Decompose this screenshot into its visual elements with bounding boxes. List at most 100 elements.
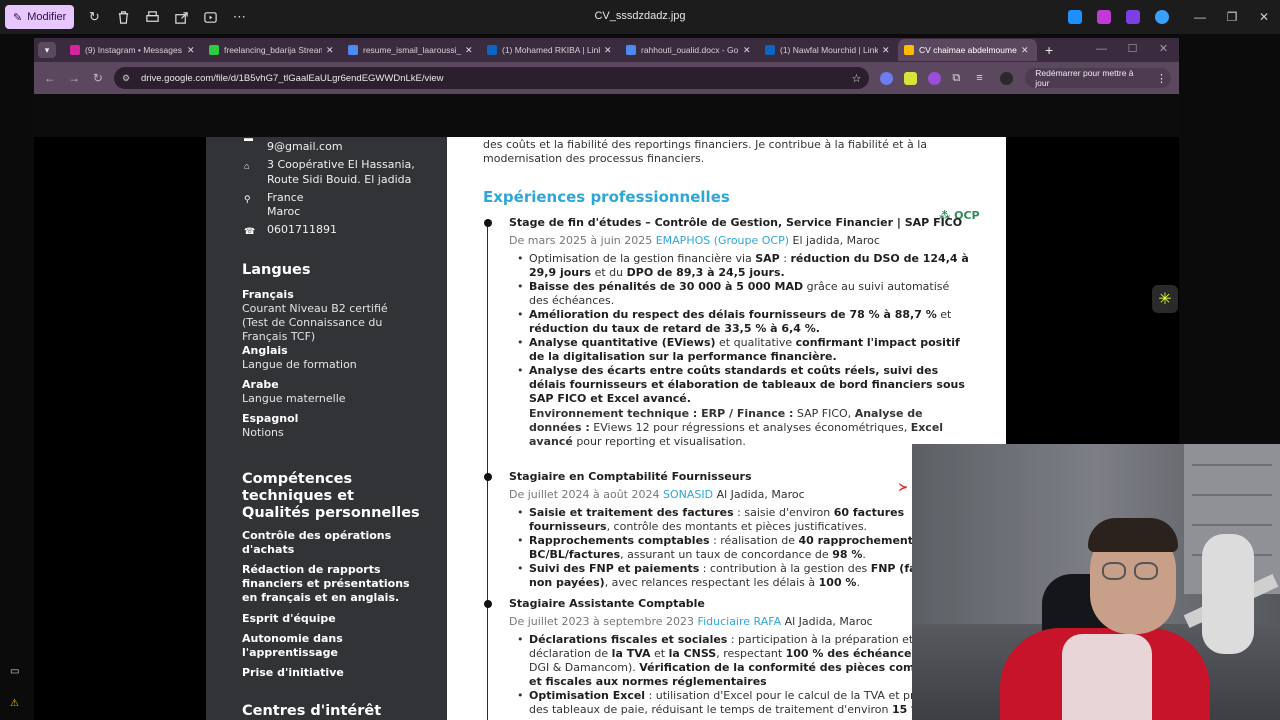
back-icon[interactable]: ←: [42, 71, 58, 85]
job-title: Stagiaire Assistante Comptable: [509, 597, 705, 610]
job-bullets: Saisie et traitement des factures : sais…: [517, 506, 969, 590]
restart-label: Redémarrer pour mettre à jour: [1035, 68, 1134, 88]
modifier-label: Modifier: [27, 11, 67, 23]
home-icon: ⌂: [244, 161, 250, 171]
profile-avatar[interactable]: [1000, 71, 1014, 85]
language-name: Français: [242, 288, 294, 301]
new-tab-icon[interactable]: +: [1045, 42, 1053, 58]
tab-title: (1) Mohamed RKIBA | Link: [502, 45, 600, 55]
webcam-overlay: [912, 444, 1280, 720]
tab-title: (9) Instagram • Messages: [85, 45, 182, 55]
tab-close-icon[interactable]: ✕: [187, 45, 197, 56]
tab-favicon-icon: [904, 45, 914, 55]
url-text: drive.google.com/file/d/1B5vhG7_tlGaalEa…: [140, 72, 444, 84]
tab-close-icon[interactable]: ✕: [604, 45, 614, 56]
tab-close-icon[interactable]: ✕: [326, 45, 336, 56]
restart-update-button[interactable]: Redémarrer pour mettre à jour ⋮: [1025, 68, 1171, 88]
close-icon[interactable]: ✕: [1248, 10, 1280, 24]
tab-title: resume_ismail_laaroussi_e: [363, 45, 461, 55]
tab-close-icon[interactable]: ✕: [882, 45, 892, 56]
interests-title: Centres d'intérêt: [242, 703, 382, 719]
tab-strip: ▾ (9) Instagram • Messages ✕ freelancing_b…: [34, 38, 1179, 62]
address-bar[interactable]: ⚙ drive.google.com/file/d/1B5vhG7_tlGaal…: [113, 67, 870, 89]
job-meta: De juillet 2024 à août 2024 SONASID Al J…: [509, 488, 805, 501]
chrome-close-icon[interactable]: ✕: [1148, 38, 1179, 60]
assistant-float-icon[interactable]: ✳: [1152, 285, 1178, 313]
maximize-icon[interactable]: ❐: [1216, 10, 1248, 24]
job-meta: De juillet 2023 à septembre 2023 Fiducia…: [509, 615, 873, 628]
skill-item: Esprit d'équipe: [242, 612, 336, 625]
country-2: Maroc: [267, 205, 301, 218]
job-bullets: Optimisation de la gestion financière vi…: [517, 252, 969, 406]
onedrive-icon[interactable]: [1155, 10, 1169, 24]
address-text: 3 Coopérative El Hassania, Route Sidi Bo…: [267, 158, 415, 186]
job-title: Stagiaire en Comptabilité Fournisseurs: [509, 470, 752, 483]
viewer-toolbar: ✎ Modifier ↻ ⋯ CV_sssdzdadz.jpg — ❐ ✕: [0, 0, 1280, 34]
forward-icon[interactable]: →: [66, 71, 82, 85]
minimize-icon[interactable]: —: [1184, 10, 1216, 24]
browser-tab[interactable]: resume_ismail_laaroussi_e ✕: [342, 39, 481, 61]
trash-icon[interactable]: [114, 8, 132, 26]
tab-favicon-icon: [487, 45, 497, 55]
sonasid-logo: ≻: [898, 480, 909, 494]
skills-title: Compétences techniques et Qualités perso…: [242, 471, 420, 521]
language-level: Langue de formation: [242, 358, 357, 371]
cv-document: ▬ 9@gmail.com ⌂ 3 Coopérative El Hassani…: [206, 137, 1006, 720]
omnibar: ← → ↻ ⚙ drive.google.com/file/d/1B5vhG7_…: [34, 62, 1179, 94]
reading-list-icon[interactable]: ≡: [976, 72, 989, 85]
skill-item: Rédaction de rapports financiers et prés…: [242, 563, 410, 604]
extensions-puzzle-icon[interactable]: ⧉: [952, 72, 965, 85]
browser-tab[interactable]: CV chaimae abdelmoume ✕: [898, 39, 1037, 61]
chrome-menu-icon[interactable]: ⋮: [1156, 72, 1167, 85]
cv-sidebar: ▬ 9@gmail.com ⌂ 3 Coopérative El Hassani…: [206, 137, 447, 720]
site-info-icon[interactable]: ⚙: [122, 73, 133, 84]
extension-icon-1[interactable]: [880, 71, 894, 85]
email-icon: ▬: [244, 137, 253, 143]
extension-icon-3[interactable]: [928, 71, 942, 85]
bookmark-star-icon[interactable]: ☆: [851, 72, 861, 85]
tab-favicon-icon: [348, 45, 358, 55]
language-level: Notions: [242, 426, 284, 439]
phone-text: 0601711891: [267, 223, 337, 236]
email-text: 9@gmail.com: [267, 140, 343, 153]
languages-title: Langues: [242, 262, 311, 278]
browser-tab[interactable]: freelancing_bdarija Stream ✕: [203, 39, 342, 61]
tab-title: (1) Nawfal Mourchid | Link: [780, 45, 878, 55]
language-level: Courant Niveau B2 certifié (Test de Conn…: [242, 302, 388, 343]
job-title: Stage de fin d'études – Contrôle de Gest…: [509, 216, 963, 229]
tab-close-icon[interactable]: ✕: [743, 45, 753, 56]
rotate-icon[interactable]: ↻: [85, 8, 103, 26]
print-icon[interactable]: [143, 8, 161, 26]
app-icon-3[interactable]: [1126, 10, 1140, 24]
tab-favicon-icon: [765, 45, 775, 55]
warning-icon[interactable]: ⚠: [10, 698, 24, 712]
country-1: France: [267, 191, 304, 204]
job-meta: De mars 2025 à juin 2025 EMAPHOS (Groupe…: [509, 234, 880, 247]
chrome-minimize-icon[interactable]: —: [1086, 38, 1117, 60]
share-icon[interactable]: [172, 8, 190, 26]
tab-close-icon[interactable]: ✕: [1021, 45, 1031, 56]
tab-title: rahhouti_oualid.docx - Go: [641, 45, 739, 55]
more-icon[interactable]: ⋯: [230, 8, 248, 26]
tab-close-icon[interactable]: ✕: [465, 45, 475, 56]
timeline-dot: [484, 600, 492, 608]
chrome-maximize-icon[interactable]: ☐: [1117, 38, 1148, 60]
panel-icon[interactable]: ▭: [10, 666, 24, 680]
slideshow-icon[interactable]: [201, 8, 219, 26]
tab-favicon-icon: [626, 45, 636, 55]
browser-tab[interactable]: (1) Mohamed RKIBA | Link ✕: [481, 39, 620, 61]
browser-tab[interactable]: rahhouti_oualid.docx - Go ✕: [620, 39, 759, 61]
browser-window: ▾ (9) Instagram • Messages ✕ freelancing_b…: [34, 38, 1179, 94]
skill-item: Contrôle des opérations d'achats: [242, 529, 392, 556]
extension-icon-2[interactable]: [904, 71, 918, 85]
browser-tab[interactable]: (9) Instagram • Messages ✕: [64, 39, 203, 61]
language-name: Anglais: [242, 344, 288, 357]
app-icon-2[interactable]: [1097, 10, 1111, 24]
skill-item: Autonomie dans l'apprentissage: [242, 632, 343, 659]
modifier-button[interactable]: ✎ Modifier: [5, 5, 75, 29]
browser-tab[interactable]: (1) Nawfal Mourchid | Link ✕: [759, 39, 898, 61]
tab-search-icon[interactable]: ▾: [38, 42, 56, 58]
reload-icon[interactable]: ↻: [90, 71, 106, 85]
app-icon-1[interactable]: [1068, 10, 1082, 24]
skill-item: Prise d'initiative: [242, 666, 344, 679]
